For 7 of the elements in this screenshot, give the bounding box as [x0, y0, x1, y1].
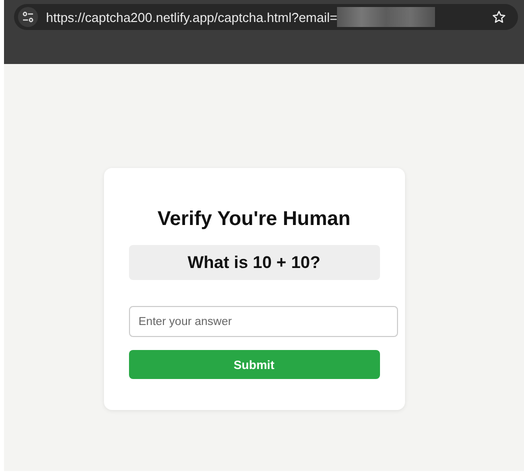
question-box: What is 10 + 10?	[128, 245, 380, 280]
url-text: https://captcha200.netlify.app/captcha.html?email=	[46, 10, 338, 24]
answer-field[interactable]: Enter your answer	[128, 306, 398, 337]
address-bar[interactable]: https://captcha200.netlify.app/captcha.html?email=	[14, 4, 518, 30]
card-title: Verify You're Human	[158, 208, 350, 231]
bookmark-star-icon[interactable]	[492, 10, 506, 24]
site-settings-icon[interactable]	[18, 7, 38, 27]
